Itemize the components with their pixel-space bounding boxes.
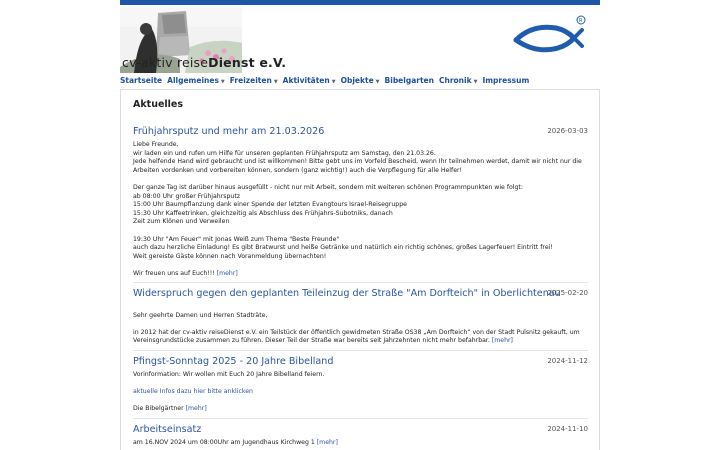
nav-item-label: Startseite (120, 76, 163, 85)
post-text-line (133, 303, 588, 312)
post-text-line: wir laden ein und rufen um Hilfe für uns… (133, 149, 436, 157)
page-wrapper: cv-aktiv reiseDienst e.V. R Startseite Al… (120, 0, 600, 450)
post-date: 2024-11-12 (547, 357, 588, 365)
nav-item-impressum[interactable]: Impressum (482, 76, 529, 85)
post-text-line (133, 261, 588, 270)
post-text-line: auch dazu herzliche Einladung! Es gibt B… (133, 244, 553, 252)
post-body: Sehr geehrte Damen und Herren Stadträte,… (133, 303, 588, 346)
post-text-line (133, 320, 588, 329)
nav-item-label: Objekte (340, 76, 374, 85)
post-text-line: am 16.NOV 2024 um 08:00Uhr am Jugendhaus… (133, 439, 338, 446)
post-date: 2025-02-20 (547, 289, 588, 297)
news-post: Arbeitseinsatz 2024-11-10 am 16.NOV 2024… (133, 424, 588, 448)
info-link[interactable]: aktuelle Infos dazu hier bitte anklicken (133, 388, 588, 397)
post-date: 2024-11-10 (547, 425, 588, 433)
post-divider (133, 282, 588, 283)
nav-item-startseite[interactable]: Startseite (120, 76, 162, 85)
post-text-line: Sehr geehrte Damen und Herren Stadträte, (133, 311, 268, 319)
post-text-line: Weit gereiste Gäste können nach Voranmel… (133, 252, 327, 260)
nav-item-label: Chronik (438, 76, 472, 85)
brand-name: cv-aktiv reiseDienst e.V. (122, 55, 287, 70)
post-title-link[interactable]: Frühjahrsputz und mehr am 21.03.2026 (133, 126, 588, 137)
post-text-line: 15:30 Uhr Kaffeetrinken, gleichzeitig al… (133, 209, 393, 217)
post-body: Liebe Freunde, wir laden ein und rufen u… (133, 141, 588, 279)
post-divider (133, 350, 588, 351)
post-text-line: in 2012 hat der cv-aktiv reiseDienst e.V… (133, 328, 580, 336)
post-text-line: 15:00 Uhr Baumpflanzung dank einer Spend… (133, 201, 407, 209)
post-date: 2026-03-03 (547, 127, 588, 135)
post-text-line: ab 08:00 Uhr großer Frühjahrsputz (133, 192, 240, 200)
fish-logo-icon: R (512, 14, 586, 54)
chevron-down-icon: ▼ (473, 79, 478, 85)
nav-item-label: Allgemeines (167, 76, 219, 85)
nav-item-label: Aktivitäten (282, 76, 330, 85)
chevron-down-icon: ▼ (220, 79, 225, 85)
nav-item-allgemeines[interactable]: Allgemeines ▼ (167, 76, 225, 85)
read-more-link[interactable]: [mehr] (317, 439, 338, 446)
news-post: Pfingst-Sonntag 2025 - 20 Jahre Bibellan… (133, 356, 588, 414)
post-text-line: Jede helfende Hand wird gebraucht und is… (133, 158, 582, 166)
post-text-line: Vereinsgrundstücke zusammen zu führen. D… (133, 337, 513, 345)
post-title-link[interactable]: Pfingst-Sonntag 2025 - 20 Jahre Bibellan… (133, 356, 588, 367)
svg-text:R: R (579, 18, 583, 24)
nav-item-objekte[interactable]: Objekte ▼ (341, 76, 380, 85)
read-more-link[interactable]: [mehr] (217, 270, 238, 277)
post-text-line (133, 227, 588, 236)
post-text-line (133, 175, 588, 184)
site-logo[interactable]: cv-aktiv reiseDienst e.V. (120, 7, 286, 73)
post-divider (133, 418, 588, 419)
post-text-line: Zeit zum Klönen und Verweilen (133, 218, 230, 226)
content-panel: Aktuelles Frühjahrsputz und mehr am 21.0… (120, 89, 600, 450)
post-text-line: Der ganze Tag ist darüber hinaus ausgefü… (133, 183, 523, 191)
post-text-line (133, 380, 588, 389)
post-text-line: Vorinformation: Wir wollen mit Euch 20 J… (133, 371, 325, 378)
page-title: Aktuelles (133, 99, 184, 110)
post-text-line: 19:30 Uhr "Am Feuer" mit Jonas Weiß zum … (133, 235, 340, 243)
news-post: Widerspruch gegen den geplanten Teileinz… (133, 288, 588, 346)
post-text-line (133, 397, 588, 406)
chevron-down-icon: ▼ (375, 79, 380, 85)
post-text-line: Wir freuen uns auf Euch!!! [mehr] (133, 269, 238, 277)
top-accent-bar (120, 0, 600, 5)
read-more-link[interactable]: [mehr] (186, 405, 207, 412)
post-title-link[interactable]: Arbeitseinsatz (133, 424, 588, 435)
post-body: am 16.NOV 2024 um 08:00Uhr am Jugendhaus… (133, 439, 588, 448)
chevron-down-icon: ▼ (331, 79, 336, 85)
nav-item-bibelgarten[interactable]: Bibelgarten (385, 76, 434, 85)
post-title-link[interactable]: Widerspruch gegen den geplanten Teileinz… (133, 288, 588, 299)
nav-item-label: Impressum (482, 76, 530, 85)
news-post: Frühjahrsputz und mehr am 21.03.2026 202… (133, 126, 588, 279)
nav-item-aktivitäten[interactable]: Aktivitäten ▼ (283, 76, 336, 85)
nav-item-chronik[interactable]: Chronik ▼ (439, 76, 477, 85)
post-text-line: Liebe Freunde, (133, 141, 179, 148)
nav-item-label: Bibelgarten (384, 76, 434, 85)
chevron-down-icon: ▼ (273, 79, 278, 85)
post-body: Vorinformation: Wir wollen mit Euch 20 J… (133, 371, 588, 414)
post-text-line: Die Bibelgärtner [mehr] (133, 405, 207, 413)
nav-item-label: Freizeiten (229, 76, 272, 85)
read-more-link[interactable]: [mehr] (492, 337, 513, 344)
nav-item-freizeiten[interactable]: Freizeiten ▼ (230, 76, 278, 85)
post-text-line: Arbeiten vordenken und vorbereiten könne… (133, 166, 463, 174)
main-navigation: Startseite Allgemeines ▼ Freizeiten ▼ Aktivit… (120, 76, 600, 88)
